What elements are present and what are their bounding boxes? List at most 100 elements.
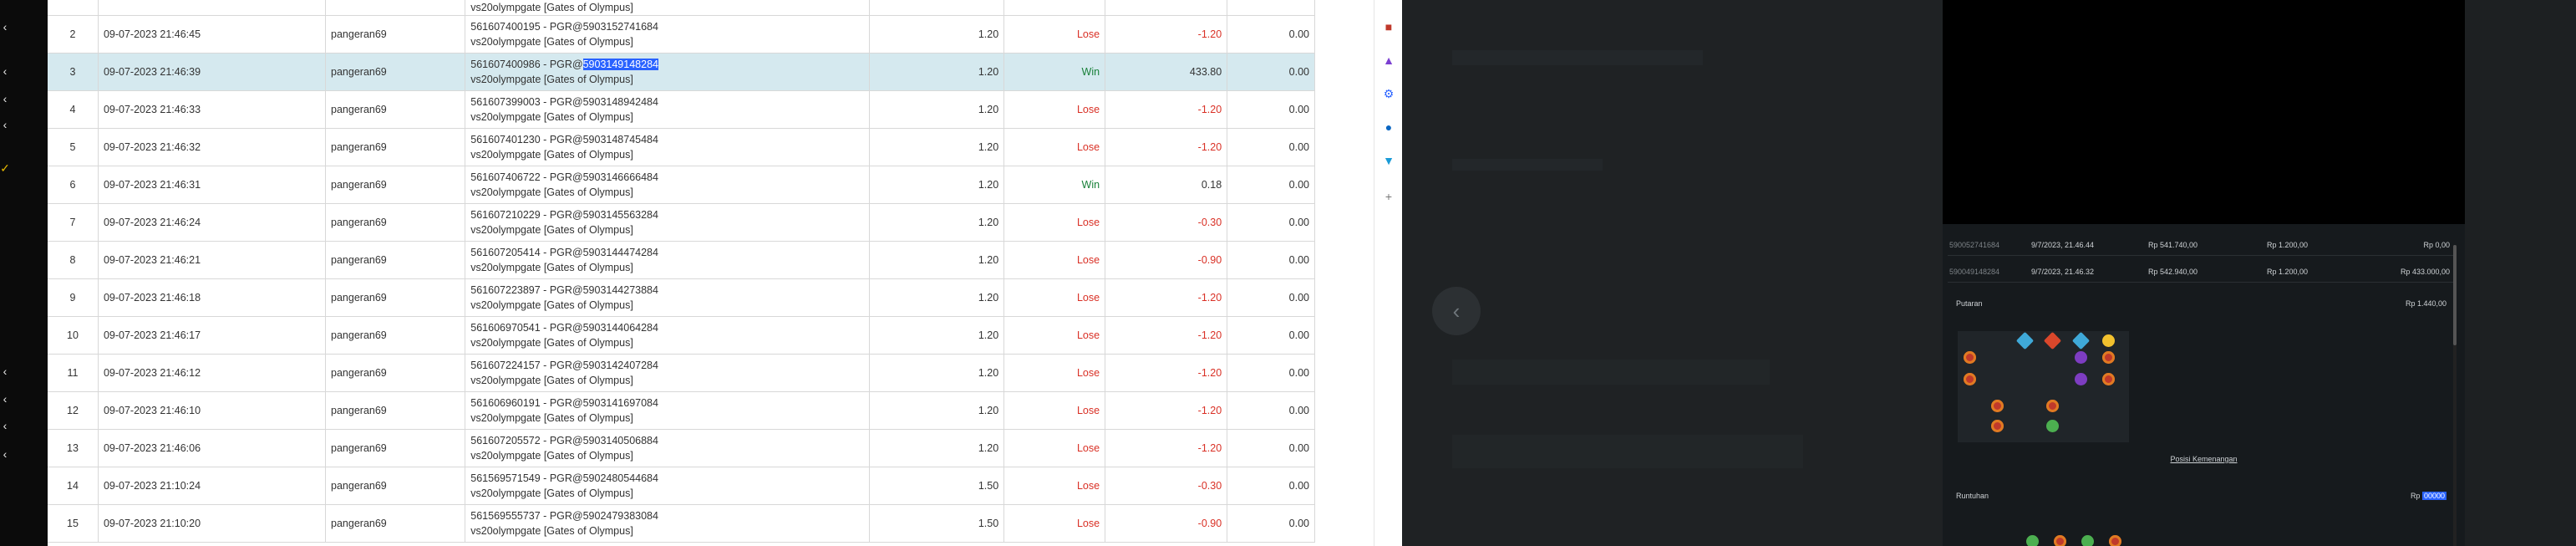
- row-bet: 1.20: [869, 128, 1005, 166]
- row-datetime: 09-07-2023 21:46:24: [98, 203, 327, 242]
- chevron-left-icon[interactable]: ‹: [0, 21, 10, 33]
- history-date: 9/7/2023, 21.46.44: [2031, 241, 2095, 249]
- row-bet: 1.50: [869, 467, 1005, 505]
- table-row[interactable]: 12 09-07-2023 21:46:10 pangeran69 561606960…: [48, 391, 1315, 430]
- plus-icon[interactable]: +: [1380, 188, 1397, 205]
- table-row[interactable]: 9 09-07-2023 21:46:18 pangeran69 5616072238…: [48, 278, 1315, 317]
- history-row[interactable]: 590049148284 9/7/2023, 21.46.32 Rp 542.940…: [1948, 261, 2453, 283]
- gem-icon: [2015, 331, 2035, 350]
- row-jackpot: 0.00: [1227, 53, 1315, 91]
- row-bet: 1.20: [869, 53, 1005, 91]
- history-row[interactable]: 590052741684 9/7/2023, 21.46.44 Rp 541.740…: [1948, 234, 2453, 256]
- row-number: 10: [48, 316, 99, 355]
- gem-icon: [2046, 420, 2059, 432]
- row-jackpot: 0.00: [1227, 504, 1315, 543]
- row-datetime: 09-07-2023 21:46:45: [98, 15, 327, 54]
- history-date: 9/7/2023, 21.46.32: [2031, 268, 2095, 276]
- row-result: Lose: [1003, 241, 1106, 279]
- table-row[interactable]: 5 09-07-2023 21:46:32 pangeran69 5616074012…: [48, 128, 1315, 166]
- row-game-name: vs20olympgate [Gates of Olympus]: [470, 186, 633, 198]
- row-transaction-id: 561606970541 - PGR@5903144064284: [470, 320, 864, 335]
- transaction-text: 561606970541 - PGR@5903144064284: [470, 322, 658, 334]
- gem-icon: [2043, 331, 2062, 350]
- transaction-text: 561607205572 - PGR@5903140506884: [470, 435, 658, 446]
- ring-icon: [2102, 373, 2115, 385]
- table-row[interactable]: 4 09-07-2023 21:46:33 pangeran69 5616073990…: [48, 90, 1315, 129]
- row-bet: 1.20: [869, 391, 1005, 430]
- chevron-left-icon[interactable]: ‹: [0, 93, 10, 105]
- gift-icon[interactable]: ■: [1380, 18, 1397, 35]
- chevron-left-icon[interactable]: ‹: [0, 393, 10, 405]
- row-username: pangeran69: [325, 278, 466, 317]
- ring-icon: [1991, 420, 2004, 432]
- row-username: pangeran69: [325, 354, 466, 392]
- row-bet: 1.20: [869, 90, 1005, 129]
- row-number: 3: [48, 53, 99, 91]
- reel-grid: [1958, 331, 2129, 442]
- row-datetime: 09-07-2023 21:46:33: [98, 90, 327, 129]
- cart-icon[interactable]: ▼: [1380, 152, 1397, 169]
- spin-info: [2346, 421, 2446, 430]
- row-jackpot: [1227, 0, 1315, 16]
- row-number: 11: [48, 354, 99, 392]
- row-result: Lose: [1003, 15, 1106, 54]
- row-datetime: 09-07-2023 21:46:31: [98, 166, 327, 204]
- row-game: 561569555737 - PGR@5902479383084 vs20olym…: [465, 504, 870, 543]
- row-username: pangeran69: [325, 316, 466, 355]
- panel-scroll-thumb[interactable]: [2453, 245, 2457, 345]
- row-game-name: vs20olympgate [Gates of Olympus]: [470, 375, 633, 386]
- row-game-name: vs20olympgate [Gates of Olympus]: [470, 149, 633, 161]
- chevron-left-icon[interactable]: ‹: [0, 420, 10, 431]
- row-transaction-id: 561607406722 - PGR@5903146666484: [470, 170, 864, 185]
- table-row[interactable]: 7 09-07-2023 21:46:24 pangeran69 5616072102…: [48, 203, 1315, 242]
- row-transaction-id: 561607400195 - PGR@5903152741684: [470, 19, 864, 34]
- row-transaction-id: 561569555737 - PGR@5902479383084: [470, 508, 864, 523]
- table-row[interactable]: 11 09-07-2023 21:46:12 pangeran69 561607224…: [48, 354, 1315, 392]
- table-row[interactable]: 14 09-07-2023 21:10:24 pangeran69 561569571…: [48, 467, 1315, 505]
- table-row[interactable]: 15 09-07-2023 21:10:20 pangeran69 561569555…: [48, 504, 1315, 543]
- putaran-value: Rp 1.440,00: [2405, 299, 2446, 308]
- row-datetime: 09-07-2023 21:46:06: [98, 429, 327, 467]
- row-jackpot: 0.00: [1227, 128, 1315, 166]
- history-win: Rp 0,00: [2423, 241, 2450, 249]
- row-game: 561606960191 - PGR@5903141697084 vs20olym…: [465, 391, 870, 430]
- table-row[interactable]: 13 09-07-2023 21:46:06 pangeran69 561607205…: [48, 429, 1315, 467]
- game-frame: [1943, 0, 2465, 224]
- table-row[interactable]: 2 09-07-2023 21:46:45 pangeran69 5616074001…: [48, 15, 1315, 54]
- transaction-text: 561607399003 - PGR@5903148942484: [470, 96, 658, 108]
- table-row[interactable]: 6 09-07-2023 21:46:31 pangeran69 5616074067…: [48, 166, 1315, 204]
- row-game: 561607399003 - PGR@5903148942484 vs20olym…: [465, 90, 870, 129]
- row-jackpot: 0.00: [1227, 391, 1315, 430]
- check-icon[interactable]: ✓: [0, 162, 10, 174]
- row-username: pangeran69: [325, 429, 466, 467]
- chevron-left-icon[interactable]: ‹: [0, 365, 10, 377]
- history-bet: Rp 1.200,00: [2267, 268, 2309, 276]
- gear-icon[interactable]: ⚙: [1380, 85, 1397, 102]
- table-row[interactable]: 10 09-07-2023 21:46:17 pangeran69 561606970…: [48, 316, 1315, 355]
- row-result: Lose: [1003, 429, 1106, 467]
- row-game: 561607205572 - PGR@5903140506884 vs20olym…: [465, 429, 870, 467]
- row-transaction-id: 561607399003 - PGR@5903148942484: [470, 94, 864, 110]
- row-result: Lose: [1003, 203, 1106, 242]
- paytable-link[interactable]: Posisi Kemenangan: [1943, 455, 2465, 463]
- history-win: Rp 433.000,00: [2400, 268, 2450, 276]
- table-row[interactable]: vs20olympgate [Gates of Olympus]: [48, 0, 1315, 16]
- row-transaction-id: vs20olympgate [Gates of Olympus]: [470, 0, 864, 15]
- row-number: 14: [48, 467, 99, 505]
- chevron-left-icon[interactable]: ‹: [0, 119, 10, 130]
- table-row[interactable]: 8 09-07-2023 21:46:21 pangeran69 5616072054…: [48, 241, 1315, 279]
- chevron-left-icon[interactable]: ‹: [0, 448, 10, 460]
- puzzle-icon[interactable]: ▲: [1380, 52, 1397, 69]
- history-id: 590052741684: [1949, 241, 2000, 249]
- row-username: pangeran69: [325, 53, 466, 91]
- back-button[interactable]: ‹: [1432, 287, 1481, 335]
- transaction-text: 561569555737 - PGR@5902479383084: [470, 510, 658, 522]
- row-winloss: 0.18: [1105, 166, 1228, 204]
- gem-icon: [2071, 331, 2091, 350]
- outlook-icon[interactable]: ●: [1380, 119, 1397, 135]
- panel-scrollbar[interactable]: [2453, 245, 2457, 546]
- chevron-left-icon[interactable]: ‹: [0, 65, 10, 77]
- row-transaction-id: 561607205414 - PGR@5903144474284: [470, 245, 864, 260]
- table-row[interactable]: 3 09-07-2023 21:46:39 pangeran69 5616074009…: [48, 53, 1315, 91]
- ghost-text: [1452, 435, 1803, 468]
